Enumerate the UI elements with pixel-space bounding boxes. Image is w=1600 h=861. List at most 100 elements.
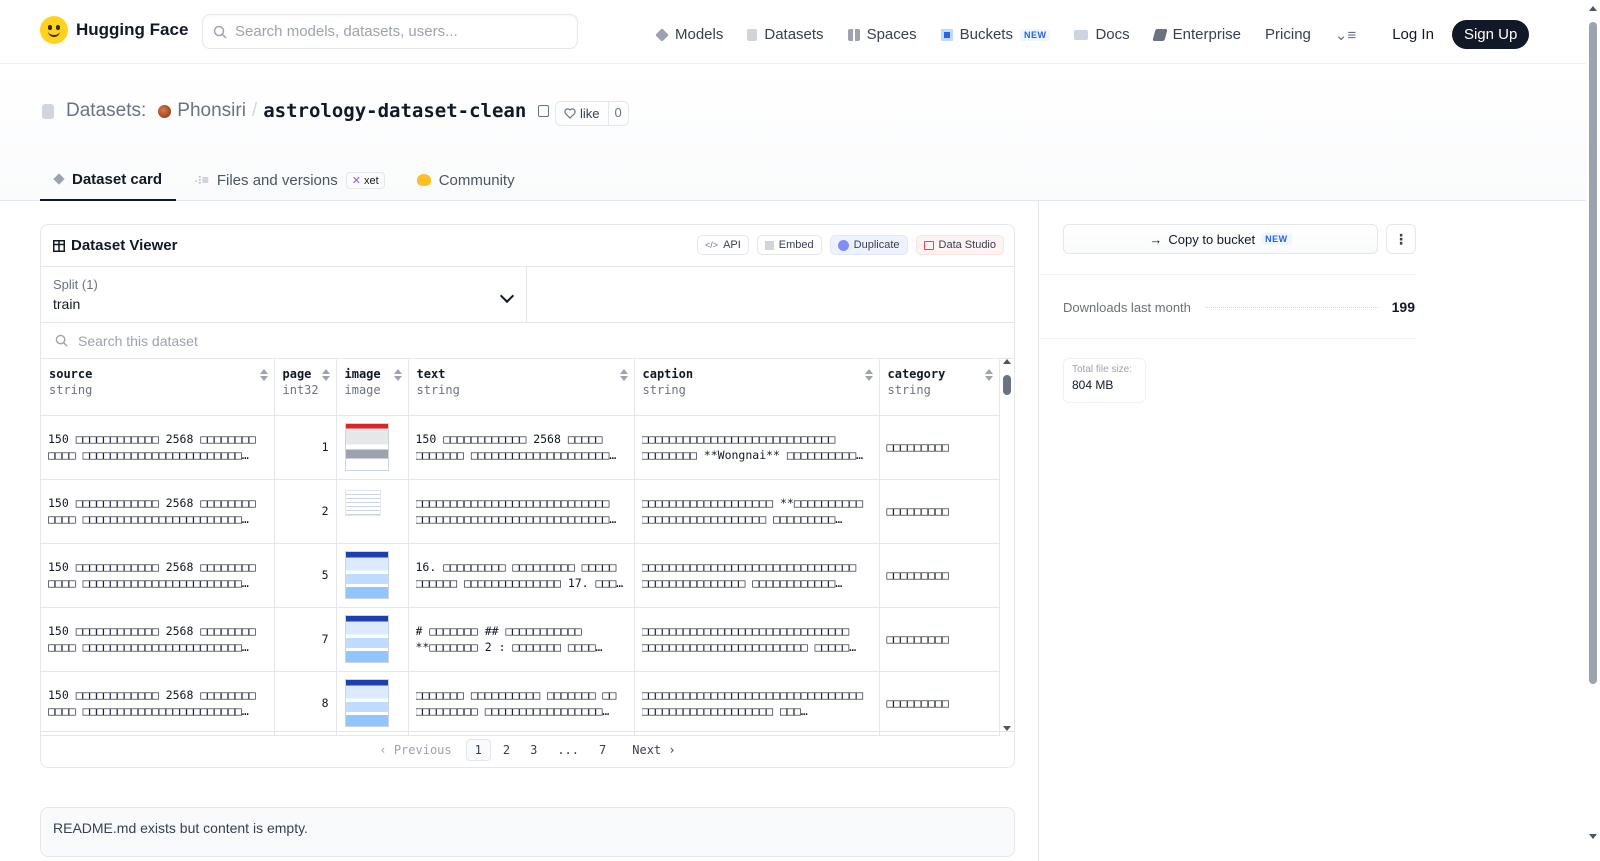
table-scrollbar[interactable] [1002, 359, 1012, 731]
cell-source[interactable]: 150 □□□□□□□□□□□□ 2568 □□□□□□□□ □□□□ □□□□… [41, 479, 275, 544]
cell-page[interactable]: 5 [274, 543, 337, 608]
sort-icon[interactable] [984, 369, 993, 381]
cell-text[interactable]: □□□□□□□ □□□□□□□□□□ □□□□□□□ □□ □□□□□□□□□ … [408, 671, 635, 736]
page-scrollbar[interactable] [1586, 0, 1600, 861]
dataset-search-input[interactable]: Search this dataset [41, 323, 1014, 359]
sort-icon[interactable] [864, 369, 873, 381]
scroll-down-icon[interactable] [1589, 834, 1597, 839]
login-link[interactable]: Log In [1392, 26, 1434, 43]
cell-page[interactable]: 1 [274, 415, 337, 480]
embed-button[interactable]: Embed [756, 235, 822, 255]
cell-source[interactable]: 150 □□□□□□□□□□□□ 2568 □□□□□□□□ □□□□ □□□□… [41, 543, 275, 608]
nav-models[interactable]: Models [655, 26, 723, 43]
cell-caption[interactable]: □□□□□□□□□□□□□□□□□□□□□□□□□□□□ □□□□□□□□ **… [634, 415, 880, 480]
column-header-category[interactable]: category string [879, 359, 1000, 416]
cell-category[interactable]: □□□□□□□□□ [879, 543, 1000, 608]
tab-files-and-versions[interactable]: ·⁝≡ Files and versions ✕ xet [180, 159, 399, 201]
column-header-text[interactable]: text string [408, 359, 635, 416]
column-header-caption[interactable]: caption string [634, 359, 880, 416]
cell-text-content: # □□□□□□□ ## □□□□□□□□□□□ **□□□□□□□ 2 : □… [415, 624, 603, 654]
column-type: string [49, 383, 93, 397]
cell-text[interactable]: # □□□□□□□ ## □□□□□□□□□□□ **□□□□□□□ 2 : □… [408, 607, 635, 672]
cell-image[interactable] [336, 415, 409, 480]
cell-source[interactable]: 150 □□□□□□□□□□□□ 2568 □□□□□□□□ □□□□ □□□□… [41, 607, 275, 672]
split-select[interactable]: Split (1) train [41, 267, 527, 322]
nav-datasets[interactable]: Datasets [747, 26, 824, 43]
cell-image[interactable] [336, 607, 409, 672]
data-studio-button[interactable]: Data Studio [915, 235, 1004, 255]
breadcrumb-datasets[interactable]: Datasets: [66, 100, 146, 122]
cell-source[interactable]: 150 □□□□□□□□□□□□ 2568 □□□□□□□□ □□□□ □□□□… [41, 415, 275, 480]
repo-name[interactable]: astrology-dataset-clean [263, 100, 526, 122]
more-menu-icon[interactable]: ⌄≡ [1335, 26, 1356, 44]
cell-image[interactable] [336, 479, 409, 544]
image-thumbnail[interactable] [344, 679, 389, 727]
copy-icon[interactable] [538, 105, 550, 117]
image-thumbnail[interactable] [344, 615, 389, 663]
cell-caption-content: □□□□□□□□□□□□□□□□□□□□□□□□□□□□□□ □□□□□□□□□… [641, 624, 857, 654]
pagination-next[interactable]: Next › [632, 743, 675, 757]
cell-caption[interactable]: □□□□□□□□□□□□□□□□□□□□□□□□□□□□□□□ □□□□□□□□… [634, 543, 880, 608]
nav-spaces[interactable]: Spaces [847, 26, 917, 43]
image-thumbnail[interactable] [344, 423, 389, 471]
table-row[interactable]: 150 □□□□□□□□□□□□ 2568 □□□□□□□□ □□□□ □□□□… [41, 479, 1000, 544]
cell-category[interactable]: □□□□□□□□□ [879, 607, 1000, 672]
cell-text[interactable]: □□□□□□□□□□□□□□□□□□□□□□□□□□□□ □□□□□□□□□□□… [408, 479, 635, 544]
cell-image[interactable] [336, 671, 409, 736]
nav-docs[interactable]: Docs [1074, 26, 1130, 43]
cell-caption[interactable]: □□□□□□□□□□□□□□□□□□□ **□□□□□□□□□□ □□□□□□□… [634, 479, 880, 544]
table-row[interactable]: 150 □□□□□□□□□□□□ 2568 □□□□□□□□ □□□□ □□□□… [41, 543, 1000, 608]
tab-community[interactable]: Community [403, 159, 529, 201]
scroll-up-icon[interactable] [1589, 6, 1597, 11]
table-row[interactable]: 150 □□□□□□□□□□□□ 2568 □□□□□□□□ □□□□ □□□□… [41, 607, 1000, 672]
cell-category[interactable]: □□□□□□□□□ [879, 671, 1000, 736]
page-link[interactable]: 3 [522, 740, 545, 760]
api-button[interactable]: </> API [697, 235, 749, 255]
scroll-up-icon[interactable] [1003, 359, 1011, 364]
nav-buckets[interactable]: Buckets NEW [940, 26, 1051, 43]
like-button[interactable]: like 0 [555, 101, 629, 126]
cell-text[interactable]: 150 □□□□□□□□□□□□ 2568 □□□□□ □□□□□□□ □□□□… [408, 415, 635, 480]
page-link-current[interactable]: 1 [465, 738, 491, 761]
cell-caption[interactable]: □□□□□□□□□□□□□□□□□□□□□□□□□□□□□□ □□□□□□□□□… [634, 607, 880, 672]
breadcrumb-user[interactable]: Phonsiri [177, 100, 246, 122]
cell-image[interactable] [336, 543, 409, 608]
brand-home-link[interactable]: Hugging Face [40, 16, 188, 44]
nav-pricing[interactable]: Pricing [1265, 26, 1311, 43]
table-header-row: source string page int32 image image text st… [41, 359, 1000, 416]
pagination-previous[interactable]: ‹ Previous [379, 743, 451, 757]
sort-icon[interactable] [259, 369, 268, 381]
column-header-source[interactable]: source string [41, 359, 275, 416]
duplicate-button[interactable]: Duplicate [829, 235, 908, 255]
column-name: category [887, 367, 946, 381]
cell-page[interactable]: 2 [274, 479, 337, 544]
cell-text[interactable]: 16. □□□□□□□□□ □□□□□□□□□ □□□□□ □□□□□□ □□□… [408, 543, 635, 608]
nav-enterprise[interactable]: Enterprise [1152, 26, 1241, 43]
cell-source[interactable]: 150 □□□□□□□□□□□□ 2568 □□□□□□□□ □□□□ □□□□… [41, 671, 275, 736]
copy-to-bucket-button[interactable]: → Copy to bucket NEW [1063, 224, 1378, 254]
sort-icon[interactable] [393, 369, 402, 381]
cell-category[interactable]: □□□□□□□□□ [879, 415, 1000, 480]
page-link[interactable]: 2 [495, 740, 518, 760]
column-header-page[interactable]: page int32 [274, 359, 337, 416]
image-thumbnail[interactable] [344, 490, 381, 516]
table-row[interactable]: 150 □□□□□□□□□□□□ 2568 □□□□□□□□ □□□□ □□□□… [41, 415, 1000, 480]
column-type: string [416, 383, 460, 397]
page-link[interactable]: 7 [591, 740, 614, 760]
cell-page[interactable]: 8 [274, 671, 337, 736]
global-search-input[interactable]: Search models, datasets, users... [202, 14, 578, 49]
tab-dataset-card[interactable]: Dataset card [40, 159, 177, 201]
cell-caption[interactable]: □□□□□□□□□□□□□□□□□□□□□□□□□□□□□□□□ □□□□□□□… [634, 671, 880, 736]
scrollbar-thumb[interactable] [1003, 375, 1011, 395]
page-scrollbar-thumb[interactable] [1589, 22, 1597, 684]
more-options-icon[interactable]: ⋮ [1386, 224, 1416, 254]
sort-icon[interactable] [619, 369, 628, 381]
image-thumbnail[interactable] [344, 551, 389, 599]
column-header-image[interactable]: image image [336, 359, 409, 416]
table-row[interactable]: 150 □□□□□□□□□□□□ 2568 □□□□□□□□ □□□□ □□□□… [41, 671, 1000, 736]
signup-button[interactable]: Sign Up [1451, 20, 1530, 49]
cell-category[interactable]: □□□□□□□□□ [879, 479, 1000, 544]
cell-page[interactable]: 7 [274, 607, 337, 672]
sort-icon[interactable] [321, 369, 330, 381]
code-icon: </> [705, 240, 719, 250]
